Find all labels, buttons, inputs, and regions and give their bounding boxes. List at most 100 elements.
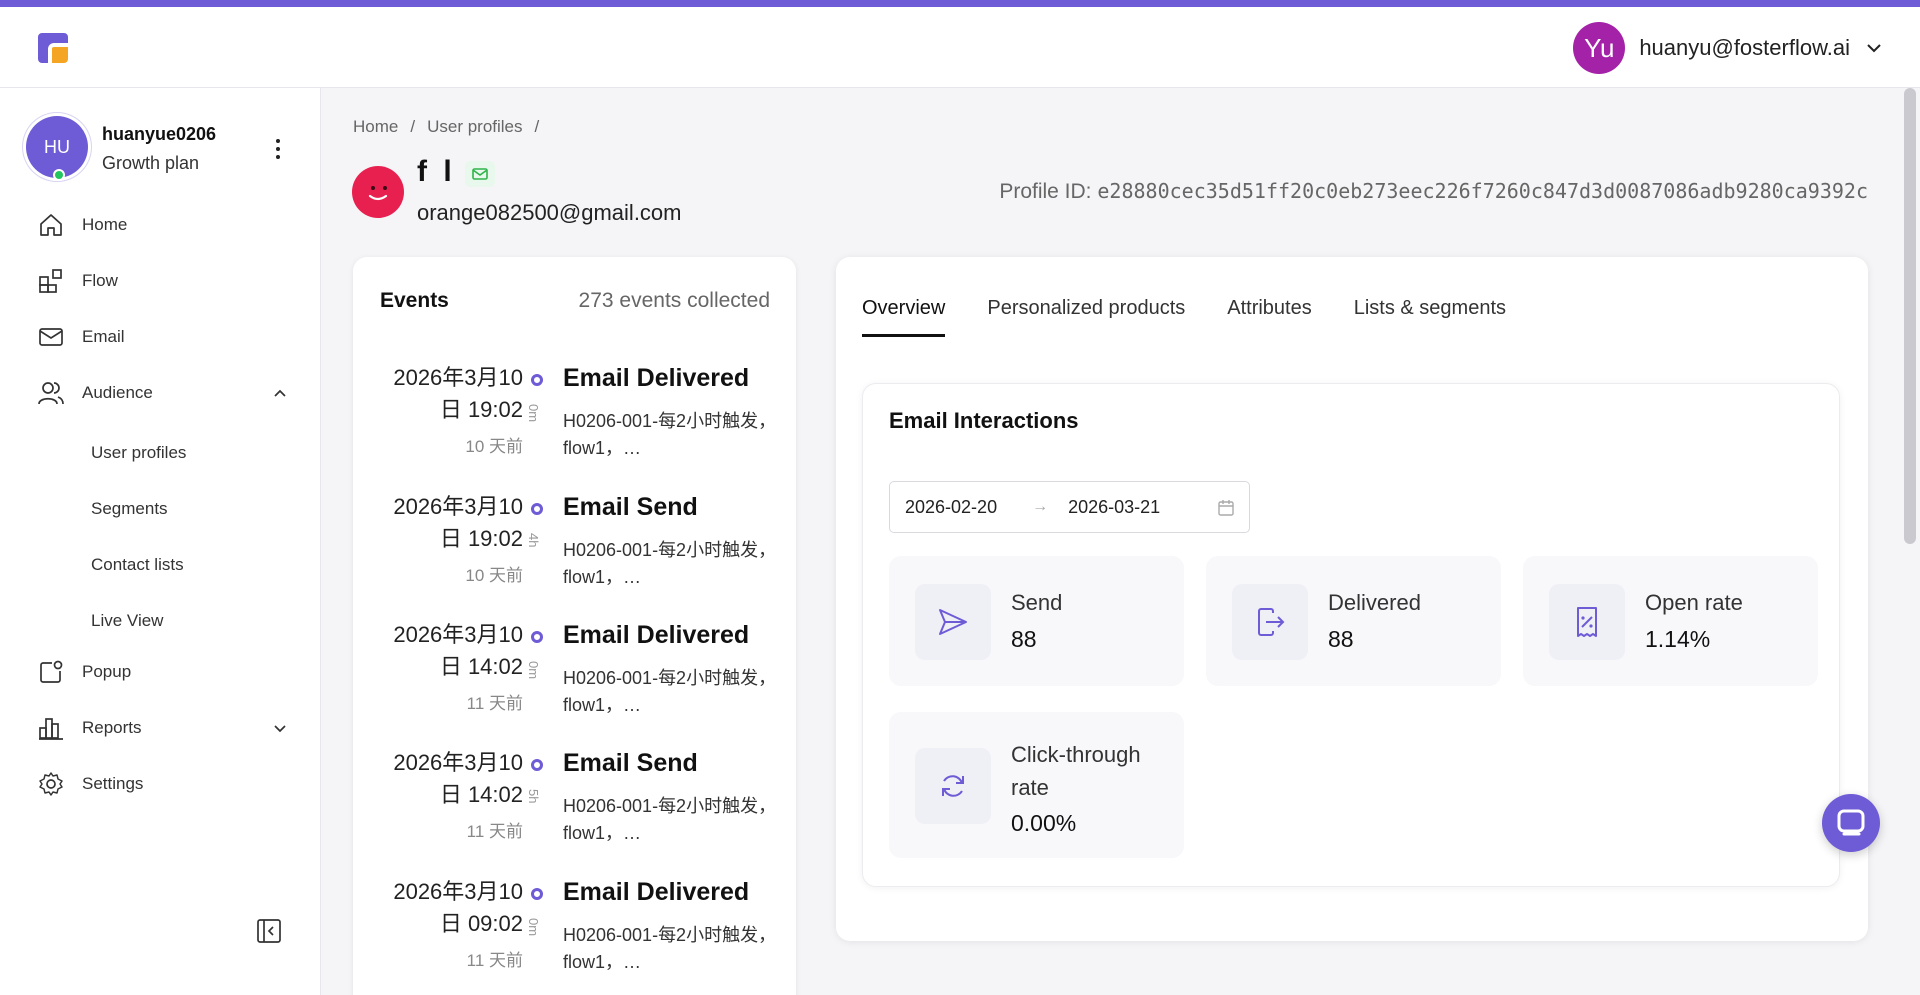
- timeline-dot: [531, 888, 543, 900]
- flow-icon: [39, 269, 62, 293]
- top-header: Yu huanyu@fosterflow.ai: [0, 7, 1920, 88]
- event-item[interactable]: 2026年3月10 日 19:02 10 天前 0m Email Delivere…: [353, 362, 796, 482]
- sidebar-item-home[interactable]: Home: [38, 207, 288, 243]
- event-date: 2026年3月10 日 09:02: [393, 879, 523, 936]
- stat-label: Open rate: [1645, 590, 1743, 615]
- stat-click-through-rate: Click-through rate 0.00%: [889, 712, 1184, 858]
- sidebar-item-settings[interactable]: Settings: [38, 766, 288, 802]
- send-icon: [939, 609, 967, 635]
- event-duration: 0m: [526, 661, 541, 680]
- stat-label: Click-through rate: [1011, 742, 1141, 800]
- event-duration: 0m: [526, 404, 541, 423]
- chevron-up-icon: [274, 389, 286, 397]
- tab-attributes[interactable]: Attributes: [1227, 297, 1311, 337]
- sidebar-item-flow[interactable]: Flow: [38, 263, 288, 299]
- chat-icon: [1837, 809, 1865, 836]
- page-scrollbar[interactable]: [1904, 88, 1916, 544]
- email-interactions-card: Email Interactions 2026-02-20 → 2026-03-…: [862, 383, 1840, 887]
- event-date: 2026年3月10 日 19:02: [393, 365, 523, 422]
- sidebar-subitem-contact-lists[interactable]: Contact lists: [91, 555, 184, 575]
- stat-open-rate: Open rate 1.14%: [1523, 556, 1818, 686]
- sidebar-item-email[interactable]: Email: [38, 319, 288, 355]
- chat-support-button[interactable]: [1822, 794, 1880, 852]
- events-count: 273 events collected: [578, 289, 770, 312]
- stat-icon-box: [915, 584, 991, 660]
- receipt-percent-icon: [1577, 607, 1597, 637]
- gear-icon: [39, 772, 63, 796]
- sidebar-item-label: Home: [82, 215, 128, 234]
- arrow-right-icon: →: [1032, 498, 1049, 515]
- sidebar-subitem-user-profiles[interactable]: User profiles: [91, 443, 186, 463]
- event-description: H0206-001-每2小时触发，flow1，…: [563, 540, 777, 587]
- events-title: Events: [380, 289, 449, 312]
- top-accent-bar: [0, 0, 1920, 7]
- tab-personalized-products[interactable]: Personalized products: [987, 297, 1185, 337]
- popup-icon: [40, 660, 63, 683]
- sidebar-item-audience[interactable]: Audience: [38, 375, 288, 411]
- smiley-face-icon: [368, 186, 388, 201]
- sidebar-subitem-live-view[interactable]: Live View: [91, 611, 163, 631]
- breadcrumb: Home / User profiles /: [353, 117, 539, 137]
- sidebar: HU huanyue0206 Growth plan Home Flow Ema…: [0, 88, 321, 995]
- users-icon: [38, 382, 64, 405]
- overview-card: Overview Personalized products Attribute…: [836, 257, 1868, 941]
- email-interactions-title: Email Interactions: [889, 408, 1079, 433]
- sidebar-subitem-segments[interactable]: Segments: [91, 499, 168, 519]
- event-item[interactable]: 2026年3月10 日 09:02 11 天前 0m Email Delivere…: [353, 876, 796, 995]
- date-from: 2026-02-20: [905, 496, 998, 517]
- user-avatar: Yu: [1573, 22, 1626, 74]
- event-item[interactable]: 2026年3月10 日 14:02 11 天前 5h Email Send H02…: [353, 747, 796, 867]
- events-card: Events 273 events collected 2026年3月10 日 1…: [353, 257, 796, 995]
- chevron-down-icon: [1867, 44, 1881, 53]
- date-range-picker[interactable]: 2026-02-20 → 2026-03-21: [889, 481, 1250, 533]
- breadcrumb-home[interactable]: Home: [353, 117, 398, 137]
- sidebar-item-label: Settings: [82, 774, 144, 793]
- event-relative-time: 11 天前: [466, 694, 523, 713]
- event-description: H0206-001-每2小时触发，flow1，…: [563, 925, 777, 972]
- stat-icon-box: [915, 748, 991, 824]
- timeline-dot: [531, 374, 543, 386]
- fosterflow-logo[interactable]: [34, 29, 72, 67]
- event-item[interactable]: 2026年3月10 日 14:02 11 天前 0m Email Delivere…: [353, 619, 796, 739]
- date-to: 2026-03-21: [1068, 496, 1161, 517]
- timeline-dot: [531, 759, 543, 771]
- timeline-dot: [531, 503, 543, 515]
- sidebar-item-label: Flow: [82, 271, 118, 290]
- event-description: H0206-001-每2小时触发，flow1，…: [563, 668, 777, 715]
- user-menu[interactable]: Yu huanyu@fosterflow.ai: [1573, 22, 1884, 74]
- breadcrumb-separator: /: [534, 117, 540, 136]
- account-more-button[interactable]: [268, 134, 288, 164]
- event-name: Email Delivered: [563, 364, 750, 392]
- event-duration: 0m: [526, 918, 541, 937]
- sidebar-item-label: Audience: [82, 383, 153, 402]
- event-relative-time: 11 天前: [466, 822, 523, 841]
- sidebar-item-label: Popup: [82, 662, 132, 681]
- account-username: huanyue0206: [102, 124, 217, 144]
- collapse-sidebar-icon[interactable]: [256, 918, 282, 944]
- stat-value: 88: [1011, 626, 1037, 652]
- stat-delivered: Delivered 88: [1206, 556, 1501, 686]
- event-name: Email Send: [563, 493, 698, 521]
- sidebar-item-popup[interactable]: Popup: [38, 654, 288, 690]
- event-name: Email Send: [563, 749, 698, 777]
- event-item[interactable]: 2026年3月10 日 19:02 10 天前 4h Email Send H02…: [353, 491, 796, 611]
- tab-overview[interactable]: Overview: [862, 297, 946, 337]
- event-date: 2026年3月10 日 14:02: [393, 622, 523, 679]
- event-name: Email Delivered: [563, 878, 750, 906]
- stat-value: 0.00%: [1011, 810, 1077, 836]
- account-plan: Growth plan: [102, 153, 200, 173]
- stat-icon-box: [1549, 584, 1625, 660]
- sidebar-item-label: Email: [82, 327, 125, 346]
- stat-label: Send: [1011, 590, 1063, 615]
- event-date: 2026年3月10 日 14:02: [393, 750, 523, 807]
- breadcrumb-separator: /: [410, 117, 416, 136]
- event-relative-time: 10 天前: [465, 437, 523, 456]
- tab-lists-segments[interactable]: Lists & segments: [1354, 297, 1506, 337]
- event-description: H0206-001-每2小时触发，flow1，…: [563, 796, 777, 843]
- stat-send: Send 88: [889, 556, 1184, 686]
- home-icon: [40, 214, 62, 236]
- profile-id-label: Profile ID:: [999, 180, 1092, 203]
- breadcrumb-user-profiles[interactable]: User profiles: [427, 117, 522, 137]
- sidebar-item-reports[interactable]: Reports: [38, 710, 288, 746]
- calendar-icon: [1218, 500, 1234, 516]
